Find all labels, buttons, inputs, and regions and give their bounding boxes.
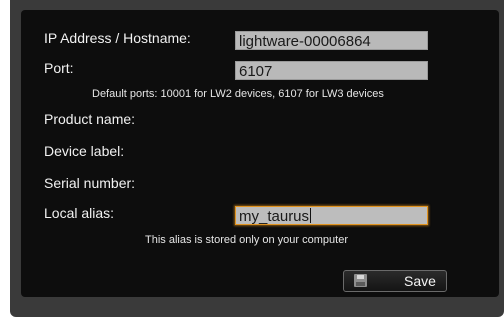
- port-label: Port:: [44, 60, 74, 76]
- floppy-disk-icon: [354, 274, 367, 287]
- ip-address-label: IP Address / Hostname:: [44, 30, 191, 46]
- save-button[interactable]: Save: [343, 270, 447, 292]
- local-alias-hint: This alias is stored only on your comput…: [145, 234, 348, 246]
- port-input[interactable]: 6107: [235, 61, 428, 80]
- text-cursor: [310, 208, 312, 223]
- local-alias-label: Local alias:: [44, 205, 115, 221]
- device-label-label: Device label:: [44, 143, 125, 159]
- local-alias-input[interactable]: my_taurus: [235, 206, 428, 225]
- ip-address-input[interactable]: lightware-00006864: [235, 31, 428, 50]
- connection-settings-panel: IP Address / Hostname: lightware-0000686…: [21, 10, 499, 297]
- local-alias-value: my_taurus: [239, 208, 310, 225]
- product-name-label: Product name:: [44, 111, 136, 127]
- serial-number-label: Serial number:: [44, 175, 136, 191]
- save-button-label: Save: [404, 273, 436, 289]
- port-hint: Default ports: 10001 for LW2 devices, 61…: [92, 88, 384, 100]
